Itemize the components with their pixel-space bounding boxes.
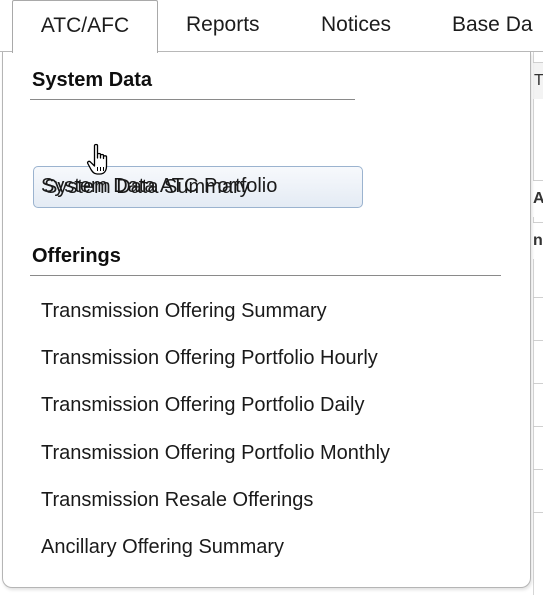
background-table-row	[533, 297, 543, 298]
menu-item-transmission-resale-offerings[interactable]: Transmission Resale Offerings	[41, 485, 313, 515]
background-table-edge	[533, 52, 543, 595]
tab-reports[interactable]: Reports	[186, 0, 260, 51]
background-table-row-label: n	[533, 222, 543, 259]
section-title-system-data: System Data	[32, 69, 153, 91]
background-table-row	[533, 469, 543, 470]
menu-item-transmission-offering-summary[interactable]: Transmission Offering Summary	[41, 296, 327, 326]
background-table-row	[533, 383, 543, 384]
hand-pointer-cursor-icon	[86, 143, 108, 175]
section-divider	[30, 275, 501, 276]
background-table-row	[533, 512, 543, 513]
background-table-row	[533, 340, 543, 341]
menu-item-ancillary-offering-summary[interactable]: Ancillary Offering Summary	[41, 532, 284, 562]
tab-notices[interactable]: Notices	[321, 0, 391, 51]
menu-item-transmission-offering-portfolio-monthly[interactable]: Transmission Offering Portfolio Monthly	[41, 438, 390, 468]
background-table-row	[533, 426, 543, 427]
section-title-offerings: Offerings	[32, 245, 121, 267]
menu-item-transmission-offering-portfolio-daily[interactable]: Transmission Offering Portfolio Daily	[41, 390, 364, 420]
section-divider	[30, 99, 355, 100]
main-tab-bar: ATC/AFC Reports Notices Base Da	[0, 0, 543, 53]
menu-item-transmission-offering-portfolio-hourly[interactable]: Transmission Offering Portfolio Hourly	[41, 343, 378, 373]
background-table-header: T	[533, 62, 543, 99]
tab-atc-afc[interactable]: ATC/AFC	[12, 0, 158, 53]
menu-item-system-data-atc-portfolio[interactable]: System Data ATC Portfolio	[41, 171, 277, 201]
background-table-row-label: A	[533, 180, 543, 217]
atc-afc-dropdown-menu: System Data System Data Summary System D…	[2, 52, 531, 588]
tab-base-data[interactable]: Base Da	[452, 0, 533, 51]
